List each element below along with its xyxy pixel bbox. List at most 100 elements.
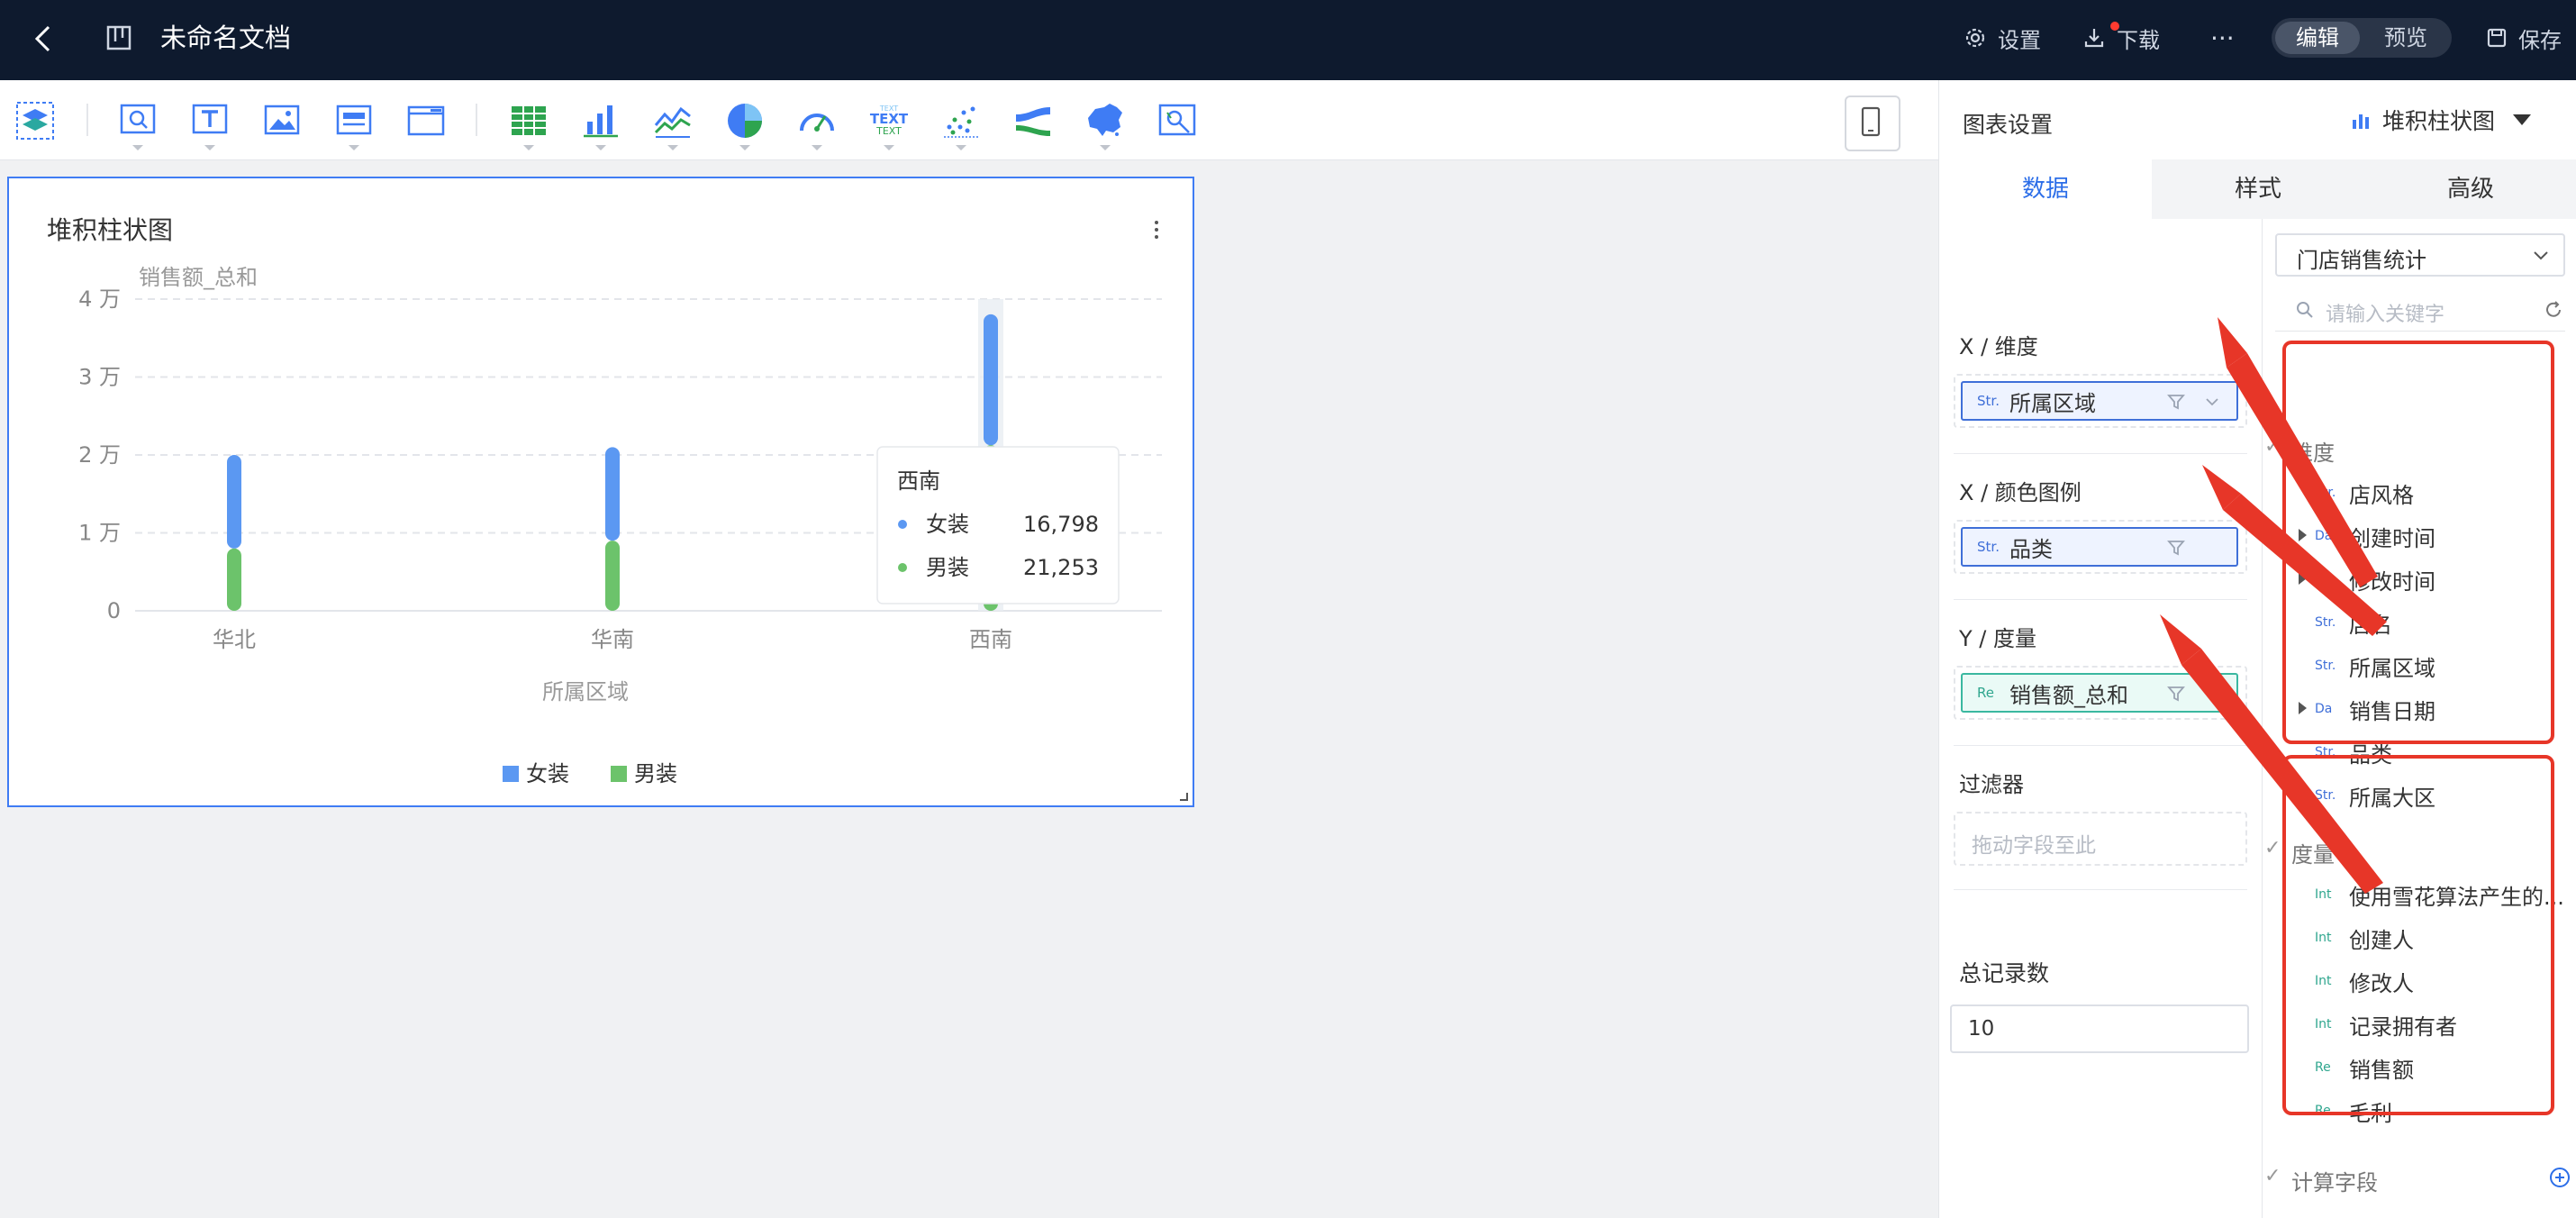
dimension-highlight-box [2282,341,2554,744]
top-bar: 未命名文档 设置 下载 ··· 编辑 预览 保存 [0,0,2576,80]
line-chart-tool[interactable] [652,100,694,150]
filter-widget-tool[interactable] [1156,100,1198,141]
tooltip-dot [898,563,907,572]
field-type-badge: Re [1977,685,1994,701]
dataset-select[interactable]: 门店销售统计 [2275,233,2565,277]
tooltip-value: 16,798 [1023,512,1099,537]
filter-icon[interactable] [2166,538,2186,558]
gauge-icon [800,114,834,132]
check-icon: ✓ [2264,1165,2281,1187]
tooltip-series-name: 男装 [926,555,969,580]
add-calculated-field-icon[interactable] [2549,1167,2571,1188]
dataset-name: 门店销售统计 [2297,248,2426,273]
filter-icon[interactable] [2166,392,2186,412]
measure-highlight-box [2282,755,2554,1115]
y-tick-label: 2 万 [78,442,121,468]
legend-label: 男装 [634,761,677,786]
line-chart-icon [654,106,691,138]
sankey-tool[interactable] [1012,100,1054,141]
save-icon [2487,28,2507,48]
back-arrow-icon[interactable] [22,16,67,61]
calculated-field-label: 计算字段 [2291,1170,2378,1195]
scatter-tool[interactable] [940,100,982,150]
card-tool[interactable] [333,100,375,150]
chart-type-label: 堆积柱状图 [2382,108,2496,134]
mode-switch: 编辑 预览 [2272,18,2452,58]
gauge-tool[interactable] [796,100,838,150]
y-tick-label: 3 万 [78,365,121,390]
field-bindings: X / 维度 Str. 所属区域 X / 颜色图例 Str. 品类 Y / 度量… [1939,219,2263,1218]
x-tick-label: 西南 [969,627,1012,652]
search-placeholder: 请输入关键字 [2326,304,2445,326]
table-tool[interactable] [508,100,549,150]
layers-tool[interactable] [14,100,56,141]
field-name: 所属区域 [2009,390,2096,416]
refresh-icon[interactable] [2544,300,2563,320]
y-measure-field[interactable]: Re 销售额_总和 [1961,673,2238,713]
settings-button[interactable]: 设置 [1964,18,2041,58]
resize-handle-icon[interactable] [1178,791,1189,802]
stacked-bar-chart[interactable]: 01 万2 万3 万4 万销售额_总和华北 华南 西南所属区域女装 男装西南女装 16,… [9,178,1193,805]
x-dimension-field[interactable]: Str. 所属区域 [1961,381,2238,421]
map-tool[interactable] [1084,100,1126,150]
legend-swatch [503,766,519,782]
map-icon [1088,104,1122,136]
image-tool[interactable] [261,100,303,141]
tooltip-series-name: 女装 [926,512,969,537]
chevron-down-icon[interactable] [2202,392,2222,412]
query-icon [120,104,156,134]
filter-drop-slot[interactable]: 拖动字段至此 [1954,812,2247,866]
mobile-preview-button[interactable] [1845,95,1900,151]
filter-icon[interactable] [2166,684,2186,704]
text-tool[interactable] [189,100,231,150]
field-name: 品类 [2009,536,2053,562]
bar-chart-tool[interactable] [580,100,621,150]
sankey-icon [1016,107,1050,136]
image-icon [264,105,300,135]
x-dimension-slot[interactable]: Str. 所属区域 [1954,374,2247,428]
tooltip-dot [898,520,907,529]
chart-type-select[interactable]: 堆积柱状图 [2350,104,2532,136]
word-cloud-tool[interactable]: TEXT TEXT TEXT [868,100,910,150]
pie-chart-tool[interactable] [724,100,766,150]
x-color-legend-slot[interactable]: Str. 品类 [1954,520,2247,574]
legend-swatch [611,766,627,782]
field-type-badge: Str. [1977,539,2000,555]
layers-icon [16,102,54,140]
chevron-down-icon[interactable] [2202,684,2222,704]
more-button[interactable]: ··· [2210,18,2235,58]
save-button[interactable]: 保存 [2486,18,2562,58]
y-measure-slot[interactable]: Re 销售额_总和 [1954,666,2247,720]
x-dimension-label: X / 维度 [1959,334,2038,359]
tooltip-title: 西南 [897,468,940,494]
download-button[interactable]: 下载 [2082,18,2160,58]
panel-header: 图表设置 [1963,112,2054,138]
calculated-field-group[interactable]: ✓ 计算字段 [2264,1165,2378,1196]
download-label: 下载 [2117,27,2160,53]
text-icon [192,104,228,134]
notification-dot [2110,22,2119,31]
y-tick-label: 4 万 [78,286,121,312]
tab-style[interactable]: 样式 [2152,159,2364,219]
field-type-badge: Str. [1977,393,2000,409]
chart-card[interactable]: 堆积柱状图 01 万2 万3 万4 万销售额_总和 华北 华南 西南 所属区域 女装 男装西… [7,177,1194,807]
document-title[interactable]: 未命名文档 [160,18,291,58]
scatter-icon [944,106,978,138]
y-axis-label: 销售额_总和 [139,265,258,290]
query-tool[interactable] [117,100,159,150]
settings-tabs: 数据 样式 高级 [1939,159,2576,219]
table-icon [512,106,546,135]
edit-mode-button[interactable]: 编辑 [2275,22,2360,54]
y-tick-label: 1 万 [78,521,121,546]
bar-male [605,541,620,611]
window-tool[interactable] [405,100,447,141]
x-color-legend-field[interactable]: Str. 品类 [1961,527,2238,567]
preview-mode-button[interactable]: 预览 [2363,22,2448,54]
total-records-input[interactable]: 10 [1950,1004,2249,1053]
tab-advanced[interactable]: 高级 [2364,159,2576,219]
svg-text:TEXT: TEXT [875,125,902,137]
check-icon: ✓ [2264,435,2281,458]
field-search[interactable]: 请输入关键字 [2275,289,2565,332]
tab-data[interactable]: 数据 [1939,159,2152,219]
window-icon [407,105,445,136]
